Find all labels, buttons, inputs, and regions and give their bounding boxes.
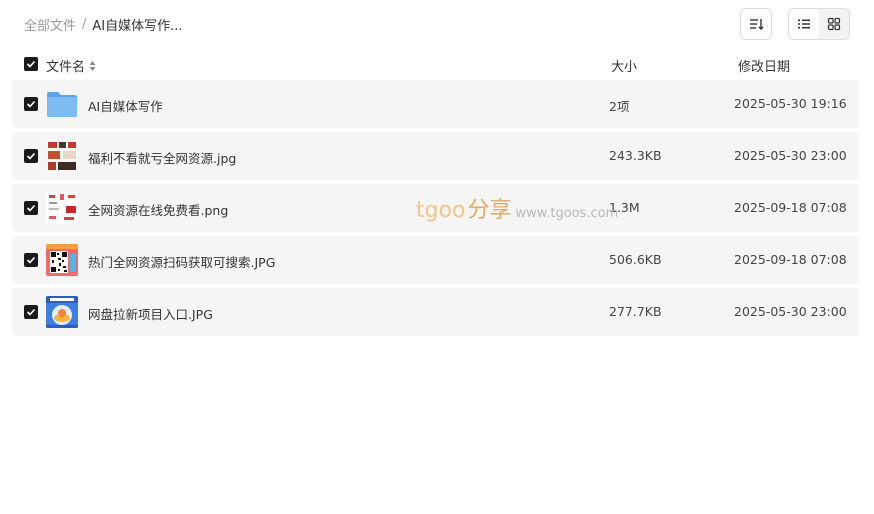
- view-toggle: [788, 8, 850, 40]
- name-column-header[interactable]: 文件名: [46, 56, 96, 75]
- file-name[interactable]: 网盘拉新项目入口.JPG: [88, 304, 213, 323]
- file-row[interactable]: 福利不看就亏全网资源.jpg 243.3KB 2025-05-30 23:00: [12, 132, 859, 180]
- file-row[interactable]: 全网资源在线免费看.png 1.3M 2025-09-18 07:08: [12, 184, 859, 232]
- table-header: 文件名 大小 修改日期: [12, 50, 859, 78]
- file-row[interactable]: 热门全网资源扫码获取可搜索.JPG 506.6KB 2025-09-18 07:…: [12, 236, 859, 284]
- file-size: 243.3KB: [609, 148, 662, 163]
- file-list: AI自媒体写作 2项 2025-05-30 19:16 福利不看就亏全网资源.j…: [12, 80, 859, 340]
- breadcrumb-root[interactable]: 全部文件: [24, 15, 76, 34]
- file-browser: 全部文件 / AI自媒体写作... 文件名 大小 修改日期 AI自媒体写作 2项…: [0, 0, 874, 514]
- check-icon: [26, 100, 36, 108]
- file-date: 2025-05-30 23:00: [734, 148, 847, 163]
- select-all-checkbox[interactable]: [24, 57, 38, 71]
- check-icon: [26, 152, 36, 160]
- name-column-label: 文件名: [46, 60, 86, 75]
- file-size: 506.6KB: [609, 252, 662, 267]
- date-column-header[interactable]: 修改日期: [738, 56, 790, 75]
- file-name[interactable]: AI自媒体写作: [88, 96, 163, 115]
- row-checkbox[interactable]: [24, 305, 38, 319]
- row-checkbox[interactable]: [24, 97, 38, 111]
- size-column-header[interactable]: 大小: [611, 56, 637, 75]
- folder-icon: [46, 88, 78, 120]
- sort-button[interactable]: [740, 8, 772, 40]
- image-thumbnail-icon: [46, 296, 78, 328]
- qr-code-thumbnail-icon: [46, 244, 78, 276]
- check-icon: [26, 256, 36, 264]
- file-date: 2025-09-18 07:08: [734, 252, 847, 267]
- file-name[interactable]: 福利不看就亏全网资源.jpg: [88, 148, 236, 167]
- file-size: 1.3M: [609, 200, 640, 215]
- file-date: 2025-09-18 07:08: [734, 200, 847, 215]
- image-thumbnail-icon: [46, 140, 78, 172]
- file-date: 2025-05-30 19:16: [734, 96, 847, 111]
- file-date: 2025-05-30 23:00: [734, 304, 847, 319]
- breadcrumb-separator: /: [82, 16, 87, 32]
- file-size: 277.7KB: [609, 304, 662, 319]
- file-size: 2项: [609, 99, 630, 114]
- check-icon: [26, 60, 36, 68]
- sort-icon: [750, 19, 764, 30]
- breadcrumb: 全部文件 / AI自媒体写作...: [24, 14, 183, 34]
- file-name[interactable]: 全网资源在线免费看.png: [88, 200, 228, 219]
- check-icon: [26, 204, 36, 212]
- breadcrumb-current: AI自媒体写作...: [92, 18, 183, 34]
- row-checkbox[interactable]: [24, 201, 38, 215]
- sort-arrows-icon: [89, 60, 96, 72]
- list-view-icon: [798, 19, 810, 29]
- file-row[interactable]: 网盘拉新项目入口.JPG 277.7KB 2025-05-30 23:00: [12, 288, 859, 336]
- grid-view-button[interactable]: [819, 9, 849, 39]
- file-row[interactable]: AI自媒体写作 2项 2025-05-30 19:16: [12, 80, 859, 128]
- file-name[interactable]: 热门全网资源扫码获取可搜索.JPG: [88, 252, 275, 271]
- row-checkbox[interactable]: [24, 149, 38, 163]
- list-view-button[interactable]: [789, 9, 819, 39]
- image-thumbnail-icon: [46, 192, 78, 224]
- check-icon: [26, 308, 36, 316]
- row-checkbox[interactable]: [24, 253, 38, 267]
- grid-view-icon: [827, 17, 841, 31]
